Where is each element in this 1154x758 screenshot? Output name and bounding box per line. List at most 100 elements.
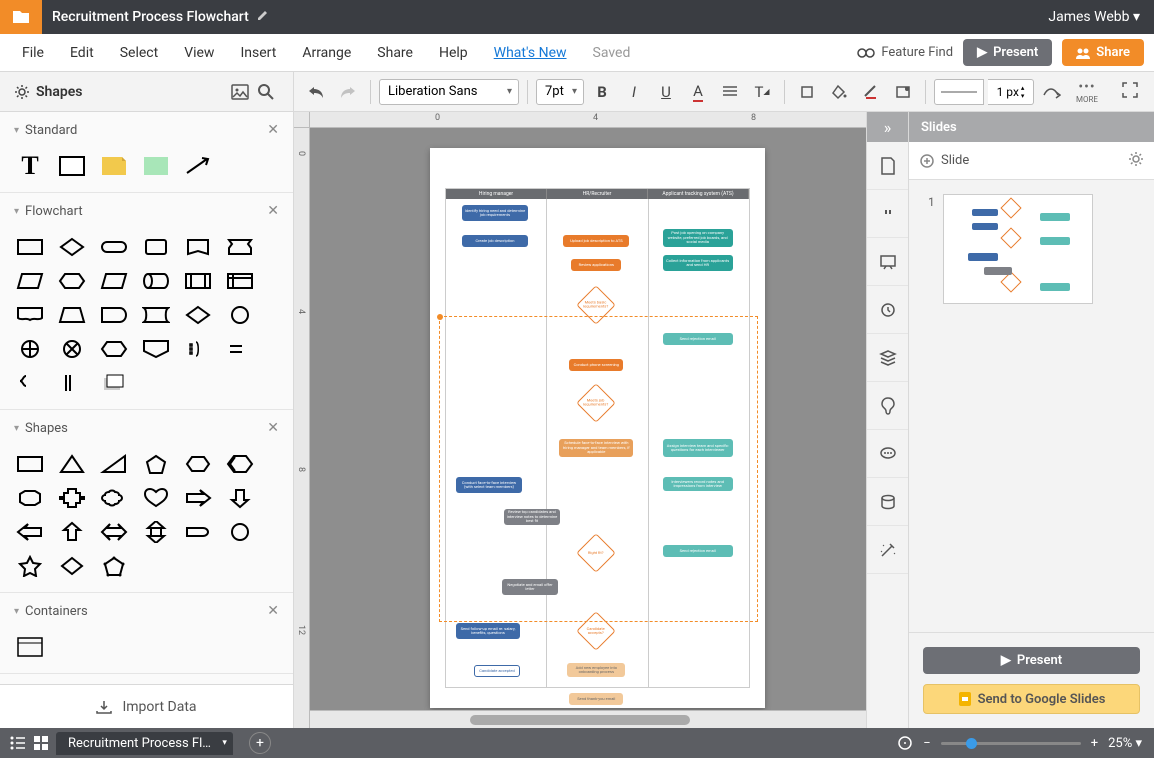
outline-view-icon[interactable] — [10, 736, 26, 750]
scrollbar-horizontal[interactable] — [310, 710, 866, 728]
zoom-in-icon[interactable]: + — [1091, 736, 1098, 751]
flowchart-shape-14[interactable] — [98, 303, 130, 327]
flowchart-node[interactable]: Conduct phone screening — [569, 359, 623, 371]
present-slides-button[interactable]: ▶ Present — [923, 647, 1140, 674]
basic-shape-2[interactable] — [98, 452, 130, 476]
flowchart-shape-21[interactable] — [140, 337, 172, 361]
more-tools[interactable]: ••• MORE — [1076, 79, 1098, 104]
panel-flowchart-header[interactable]: ▾ Flowchart ✕ — [0, 193, 293, 229]
flowchart-shape-26[interactable] — [98, 371, 130, 395]
flowchart-node[interactable]: Identify hiring need and determine job r… — [462, 205, 528, 221]
flowchart-shape-6[interactable] — [14, 269, 46, 293]
italic-icon[interactable]: I — [620, 78, 648, 106]
flowchart-node[interactable]: Post job opening on company website, pre… — [663, 229, 733, 247]
basic-shape-9[interactable] — [140, 486, 172, 510]
close-icon[interactable]: ✕ — [267, 420, 279, 436]
grid-view-icon[interactable] — [34, 736, 48, 750]
flowchart-shape-0[interactable] — [14, 235, 46, 259]
flowchart-node[interactable]: Conduct face-to-face interview (with sel… — [456, 477, 522, 493]
line-width-select[interactable]: 1 px ▴▾ — [988, 79, 1034, 105]
flowchart-shape-18[interactable] — [14, 337, 46, 361]
edit-title-icon[interactable] — [257, 9, 269, 25]
basic-shape-8[interactable] — [98, 486, 130, 510]
flowchart-shape-1[interactable] — [56, 235, 88, 259]
menu-arrange[interactable]: Arrange — [290, 39, 363, 67]
data-icon[interactable] — [867, 478, 909, 526]
flowchart-decision[interactable]: Right fit? — [577, 533, 617, 573]
flowchart-node[interactable]: Collect information from applicants and … — [663, 255, 733, 271]
menu-view[interactable]: View — [172, 39, 226, 67]
page-tab[interactable]: Recruitment Process Fl… — [56, 732, 233, 755]
feature-find[interactable]: Feature Find — [857, 45, 953, 60]
collapse-right-panel-icon[interactable]: » — [867, 112, 908, 142]
crop-icon[interactable] — [793, 78, 821, 106]
basic-shape-18[interactable] — [14, 554, 46, 578]
arrow-shape[interactable] — [182, 154, 214, 178]
flowchart-decision[interactable]: Meets job requirements? — [577, 383, 617, 423]
swimlane-1[interactable]: Identify hiring need and determine job r… — [446, 199, 547, 687]
history-icon[interactable] — [867, 286, 909, 334]
underline-icon[interactable]: U — [652, 78, 680, 106]
basic-shape-20[interactable] — [98, 554, 130, 578]
text-format-icon[interactable]: T◢ — [748, 78, 776, 106]
panel-standard-header[interactable]: ▾ Standard ✕ — [0, 112, 293, 148]
basic-shape-17[interactable] — [224, 520, 256, 544]
swimlane-header-3[interactable]: Applicant tracking system (ATS) — [648, 189, 749, 199]
menu-insert[interactable]: Insert — [228, 39, 288, 67]
user-menu[interactable]: James Webb ▾ — [1034, 9, 1154, 25]
basic-shape-0[interactable] — [14, 452, 46, 476]
basic-shape-12[interactable] — [14, 520, 46, 544]
themes-icon[interactable] — [867, 382, 909, 430]
line-end-icon[interactable] — [1038, 78, 1066, 106]
flowchart-shape-24[interactable] — [14, 371, 46, 395]
menu-edit[interactable]: Edit — [58, 39, 106, 67]
flowchart-shape-25[interactable] — [56, 371, 88, 395]
flowchart-node[interactable]: Review applications — [571, 259, 621, 271]
present-mode-icon[interactable] — [867, 238, 909, 286]
flowchart-shape-7[interactable] — [56, 269, 88, 293]
panel-shapes-header[interactable]: ▾ Shapes ✕ — [0, 410, 293, 446]
flowchart-shape-9[interactable] — [140, 269, 172, 293]
slide-thumbnail[interactable]: 1 — [943, 194, 1093, 304]
menu-file[interactable]: File — [10, 39, 56, 67]
note-shape[interactable] — [98, 154, 130, 178]
flowchart-shape-20[interactable] — [98, 337, 130, 361]
basic-shape-10[interactable] — [182, 486, 214, 510]
add-page-button[interactable]: + — [249, 732, 271, 754]
flowchart-shape-10[interactable] — [182, 269, 214, 293]
basic-shape-6[interactable] — [14, 486, 46, 510]
flowchart-node[interactable]: Schedule face-to-face interview with hir… — [559, 439, 633, 457]
hotspot-shape[interactable] — [140, 154, 172, 178]
flowchart-node[interactable]: Candidate accepted — [474, 665, 520, 677]
flowchart-shape-8[interactable] — [98, 269, 130, 293]
basic-shape-1[interactable] — [56, 452, 88, 476]
basic-shape-5[interactable] — [224, 452, 256, 476]
page-icon[interactable] — [867, 142, 909, 190]
close-icon[interactable]: ✕ — [267, 122, 279, 138]
flowchart-shape-23[interactable] — [224, 337, 256, 361]
app-logo[interactable] — [0, 0, 42, 34]
present-button[interactable]: ▶ Present — [963, 39, 1052, 66]
flowchart-shape-11[interactable] — [224, 269, 256, 293]
swimlane-header-2[interactable]: HR/Recruiter — [547, 189, 648, 199]
flowchart-shape-5[interactable] — [224, 235, 256, 259]
flowchart-shape-13[interactable] — [56, 303, 88, 327]
flowchart-shape-16[interactable] — [182, 303, 214, 327]
basic-shape-16[interactable] — [182, 520, 214, 544]
flowchart-shape-12[interactable] — [14, 303, 46, 327]
font-size-select[interactable]: 7pt — [536, 79, 584, 105]
block-shape[interactable] — [56, 154, 88, 178]
comments-icon[interactable] — [867, 190, 909, 238]
panel-containers-header[interactable]: ▾ Containers ✕ — [0, 593, 293, 629]
flowchart-node[interactable]: Send thank-you email — [569, 693, 623, 705]
layers-icon[interactable] — [867, 334, 909, 382]
basic-shape-19[interactable] — [56, 554, 88, 578]
import-data-button[interactable]: Import Data — [0, 684, 293, 728]
flowchart-shape-17[interactable] — [224, 303, 256, 327]
swimlane-2[interactable]: Upload job description to ATS Review app… — [547, 199, 648, 687]
text-color-icon[interactable]: A — [684, 78, 712, 106]
basic-shape-14[interactable] — [98, 520, 130, 544]
align-icon[interactable] — [716, 78, 744, 106]
basic-shape-15[interactable] — [140, 520, 172, 544]
menu-select[interactable]: Select — [108, 39, 170, 67]
